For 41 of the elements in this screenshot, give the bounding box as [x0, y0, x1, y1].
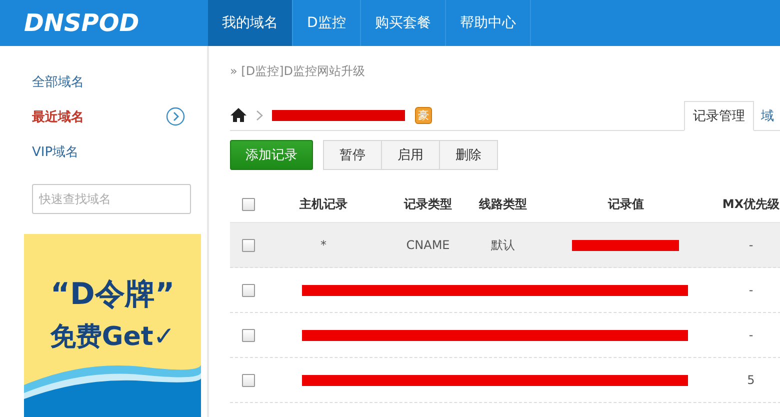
sidebar-item[interactable]: 全部域名	[32, 72, 84, 90]
table-cell: -	[748, 283, 754, 297]
table-cell: -	[748, 328, 754, 342]
table-row[interactable]: * CNAME 默认 -	[230, 223, 780, 268]
nav-tab[interactable]: 我的域名	[208, 0, 293, 46]
column-header: 记录值	[608, 196, 644, 213]
tab[interactable]: 域	[754, 101, 780, 131]
checkbox[interactable]	[242, 238, 254, 252]
table-cell: 默认	[491, 236, 515, 254]
nav-tab[interactable]: 购买套餐	[360, 0, 446, 46]
home-icon[interactable]	[230, 107, 247, 123]
column-header: 线路类型	[479, 196, 527, 213]
sidebar-item[interactable]: 最近域名	[32, 108, 84, 126]
toolbar-button[interactable]: 启用	[381, 140, 440, 170]
chevron-icon	[256, 110, 263, 120]
checkbox[interactable]	[242, 374, 254, 386]
logo[interactable]: DNSPOD	[0, 0, 208, 46]
table-cell: 5	[747, 373, 755, 387]
toolbar-button[interactable]: 暂停	[323, 140, 382, 170]
column-header: 记录类型	[404, 196, 452, 213]
banner-title: “D令牌”	[50, 276, 175, 314]
add-record-button[interactable]: 添加记录	[230, 140, 313, 170]
nav-tab[interactable]: D监控	[293, 0, 361, 46]
toolbar-button[interactable]: 删除	[439, 140, 498, 170]
column-header: MX优先级	[722, 196, 780, 213]
banner-subtitle: 免费Get✓	[50, 321, 176, 354]
table-cell: -	[748, 238, 754, 252]
sidebar-item[interactable]: VIP域名	[32, 142, 79, 160]
domain-badge: 豪	[415, 106, 432, 124]
checkbox[interactable]	[242, 284, 254, 296]
tab[interactable]: 记录管理	[684, 101, 754, 131]
chevron-circle-icon[interactable]	[166, 107, 185, 126]
nav-tab[interactable]: 帮助中心	[446, 0, 531, 46]
table-cell: CNAME	[406, 238, 450, 252]
column-header: 主机记录	[300, 196, 348, 213]
checkbox[interactable]	[242, 328, 254, 342]
search-field[interactable]: 快速查找域名	[32, 184, 191, 214]
table-cell: *	[320, 238, 326, 252]
promo-banner[interactable]: “D令牌” 免费Get✓	[24, 234, 201, 417]
checkbox[interactable]	[242, 198, 254, 211]
breadcrumb-link[interactable]: » [D监控]D监控网站升级	[230, 63, 365, 80]
